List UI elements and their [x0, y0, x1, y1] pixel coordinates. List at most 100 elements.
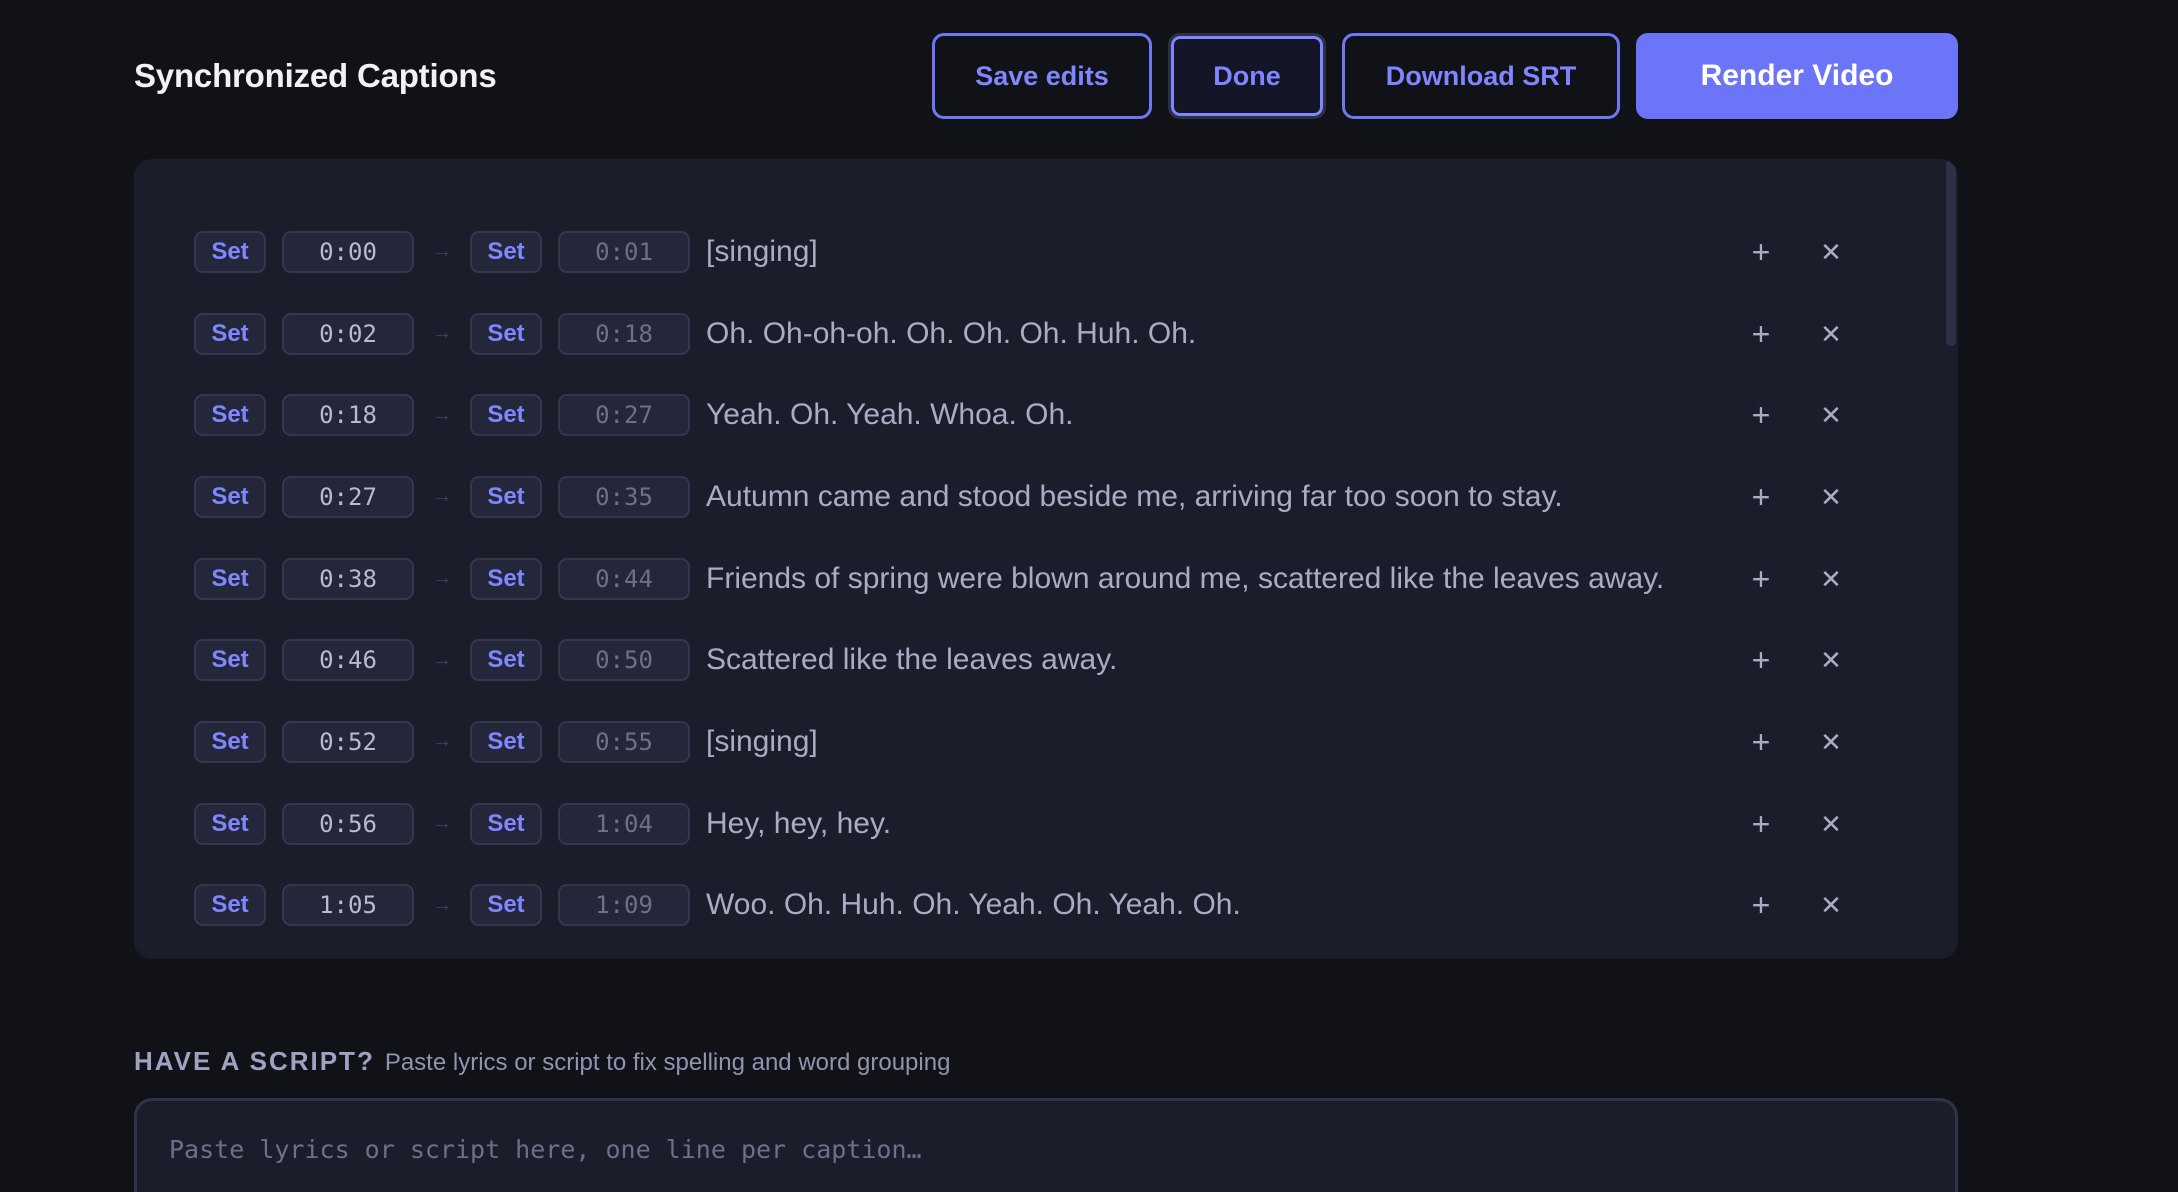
script-input[interactable]: Paste lyrics or script here, one line pe… — [134, 1098, 1958, 1192]
end-time-field[interactable]: 0:35 — [558, 475, 690, 518]
caption-row: Set 0:46 → Set 0:50 Scattered like the leaves… — [194, 619, 1898, 701]
end-time-field[interactable]: 0:18 — [558, 312, 690, 355]
header: Synchronized Captions Save edits Done Do… — [134, 33, 1958, 119]
caption-text-field[interactable]: Hey, hey, hey. — [706, 807, 1898, 841]
arrow-icon: → — [432, 648, 452, 671]
set-end-button[interactable]: Set — [470, 884, 542, 927]
script-section-label: HAVE A SCRIPT? Paste lyrics or script to… — [134, 1046, 950, 1077]
scrollbar-thumb[interactable] — [1946, 159, 1956, 346]
start-time-field[interactable]: 0:27 — [282, 475, 414, 518]
set-start-button[interactable]: Set — [194, 312, 266, 355]
set-end-button[interactable]: Set — [470, 557, 542, 600]
arrow-icon: → — [432, 240, 452, 263]
caption-rows: Set 0:00 → Set 0:01 [singing] + ✕ Set 0:02 → Set 0:1… — [194, 211, 1898, 946]
end-time-field[interactable]: 0:27 — [558, 394, 690, 437]
caption-row: Set 0:18 → Set 0:27 Yeah. Oh. Yeah. Whoa. Oh.… — [194, 374, 1898, 456]
caption-row: Set 0:02 → Set 0:18 Oh. Oh-oh-oh. Oh. Oh. Oh.… — [194, 293, 1898, 375]
arrow-icon: → — [432, 730, 452, 753]
set-start-button[interactable]: Set — [194, 720, 266, 763]
done-button[interactable]: Done — [1168, 33, 1326, 119]
set-start-button[interactable]: Set — [194, 884, 266, 927]
row-actions: + ✕ — [1746, 808, 1846, 840]
close-icon[interactable]: ✕ — [1816, 400, 1846, 430]
start-time-field[interactable]: 0:00 — [282, 230, 414, 273]
caption-text-field[interactable]: Oh. Oh-oh-oh. Oh. Oh. Oh. Huh. Oh. — [706, 317, 1898, 351]
start-time-field[interactable]: 0:52 — [282, 720, 414, 763]
end-time-field[interactable]: 0:44 — [558, 557, 690, 600]
start-time-field[interactable]: 0:02 — [282, 312, 414, 355]
set-end-button[interactable]: Set — [470, 312, 542, 355]
end-time-field[interactable]: 1:04 — [558, 802, 690, 845]
row-actions: + ✕ — [1746, 236, 1846, 268]
set-end-button[interactable]: Set — [470, 802, 542, 845]
scrollbar[interactable] — [1944, 159, 1958, 959]
close-icon[interactable]: ✕ — [1816, 890, 1846, 920]
caption-row: Set 0:56 → Set 1:04 Hey, hey, hey. + ✕ — [194, 783, 1898, 865]
set-start-button[interactable]: Set — [194, 639, 266, 682]
end-time-field[interactable]: 0:55 — [558, 720, 690, 763]
plus-icon[interactable]: + — [1746, 563, 1776, 595]
row-actions: + ✕ — [1746, 318, 1846, 350]
page-title: Synchronized Captions — [134, 57, 497, 94]
set-start-button[interactable]: Set — [194, 230, 266, 273]
start-time-field[interactable]: 0:18 — [282, 394, 414, 437]
caption-editor-page: Synchronized Captions Save edits Done Do… — [0, 0, 2178, 1192]
row-actions: + ✕ — [1746, 889, 1846, 921]
caption-text-field[interactable]: Friends of spring were blown around me, … — [706, 562, 1898, 596]
caption-row: Set 0:27 → Set 0:35 Autumn came and stood bes… — [194, 456, 1898, 538]
set-end-button[interactable]: Set — [470, 230, 542, 273]
caption-text-field[interactable]: Woo. Oh. Huh. Oh. Yeah. Oh. Yeah. Oh. — [706, 888, 1898, 922]
plus-icon[interactable]: + — [1746, 808, 1776, 840]
close-icon[interactable]: ✕ — [1816, 809, 1846, 839]
close-icon[interactable]: ✕ — [1816, 237, 1846, 267]
plus-icon[interactable]: + — [1746, 318, 1776, 350]
plus-icon[interactable]: + — [1746, 889, 1776, 921]
arrow-icon: → — [432, 812, 452, 835]
script-hint: Paste lyrics or script to fix spelling a… — [384, 1049, 951, 1076]
script-placeholder: Paste lyrics or script here, one line pe… — [169, 1135, 922, 1164]
header-actions: Save edits Done Download SRT Render Vide… — [932, 33, 1958, 119]
save-edits-button[interactable]: Save edits — [932, 33, 1152, 119]
start-time-field[interactable]: 0:38 — [282, 557, 414, 600]
row-actions: + ✕ — [1746, 399, 1846, 431]
plus-icon[interactable]: + — [1746, 399, 1776, 431]
set-start-button[interactable]: Set — [194, 557, 266, 600]
close-icon[interactable]: ✕ — [1816, 482, 1846, 512]
row-actions: + ✕ — [1746, 563, 1846, 595]
plus-icon[interactable]: + — [1746, 644, 1776, 676]
caption-text-field[interactable]: Autumn came and stood beside me, arrivin… — [706, 480, 1898, 514]
row-actions: + ✕ — [1746, 726, 1846, 758]
caption-row: Set 0:00 → Set 0:01 [singing] + ✕ — [194, 211, 1898, 293]
caption-text-field[interactable]: Yeah. Oh. Yeah. Whoa. Oh. — [706, 398, 1898, 432]
caption-text-field[interactable]: [singing] — [706, 725, 1898, 759]
end-time-field[interactable]: 0:50 — [558, 639, 690, 682]
set-end-button[interactable]: Set — [470, 394, 542, 437]
start-time-field[interactable]: 0:56 — [282, 802, 414, 845]
caption-text-field[interactable]: Scattered like the leaves away. — [706, 643, 1898, 677]
close-icon[interactable]: ✕ — [1816, 645, 1846, 675]
render-video-button[interactable]: Render Video — [1636, 33, 1958, 119]
set-end-button[interactable]: Set — [470, 720, 542, 763]
end-time-field[interactable]: 0:01 — [558, 230, 690, 273]
start-time-field[interactable]: 1:05 — [282, 884, 414, 927]
set-start-button[interactable]: Set — [194, 394, 266, 437]
set-start-button[interactable]: Set — [194, 475, 266, 518]
plus-icon[interactable]: + — [1746, 236, 1776, 268]
plus-icon[interactable]: + — [1746, 481, 1776, 513]
close-icon[interactable]: ✕ — [1816, 319, 1846, 349]
arrow-icon: → — [432, 403, 452, 426]
row-actions: + ✕ — [1746, 644, 1846, 676]
close-icon[interactable]: ✕ — [1816, 727, 1846, 757]
plus-icon[interactable]: + — [1746, 726, 1776, 758]
arrow-icon: → — [432, 567, 452, 590]
download-srt-button[interactable]: Download SRT — [1342, 33, 1620, 119]
captions-list[interactable]: Set 0:00 → Set 0:01 [singing] + ✕ Set 0:02 → Set 0:1… — [134, 159, 1958, 959]
start-time-field[interactable]: 0:46 — [282, 639, 414, 682]
caption-text-field[interactable]: [singing] — [706, 235, 1898, 269]
set-start-button[interactable]: Set — [194, 802, 266, 845]
caption-row: Set 1:05 → Set 1:09 Woo. Oh. Huh. Oh. Yeah. O… — [194, 865, 1898, 947]
set-end-button[interactable]: Set — [470, 639, 542, 682]
set-end-button[interactable]: Set — [470, 475, 542, 518]
close-icon[interactable]: ✕ — [1816, 564, 1846, 594]
end-time-field[interactable]: 1:09 — [558, 884, 690, 927]
